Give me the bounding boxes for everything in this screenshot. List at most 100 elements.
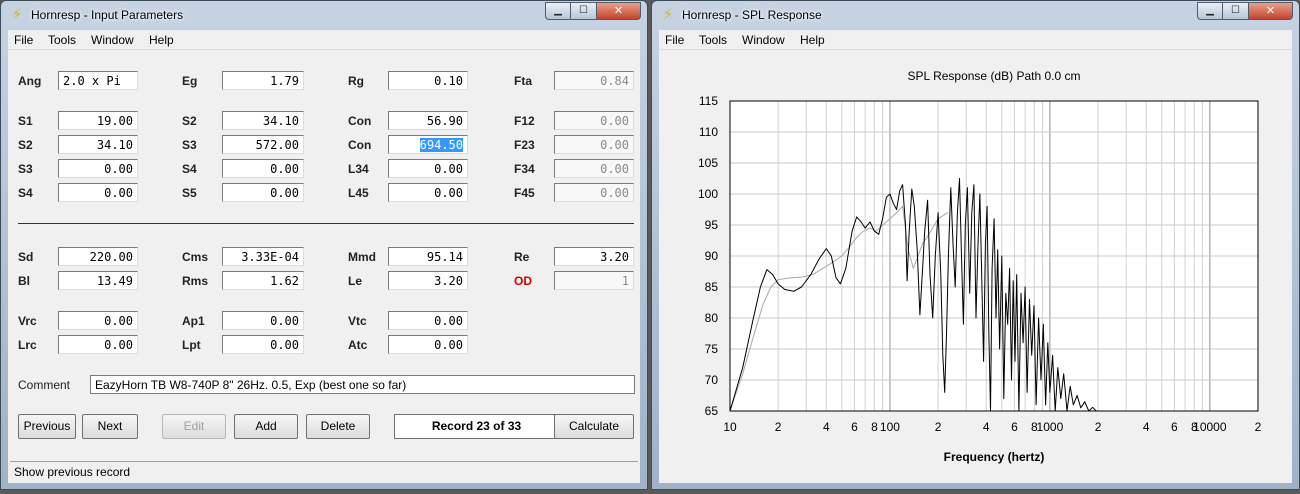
field-cms[interactable]: 3.33E-04: [222, 247, 304, 266]
field-od[interactable]: 1: [554, 271, 634, 290]
label-s2: S2: [182, 114, 197, 128]
chart-title: SPL Response (dB) Path 0.0 cm: [908, 69, 1081, 83]
menu-window[interactable]: Window: [91, 33, 134, 47]
field-sd[interactable]: 220.00: [58, 247, 138, 266]
selected-text: 694.50: [419, 138, 463, 152]
field-re[interactable]: 3.20: [554, 247, 634, 266]
field-atc[interactable]: 0.00: [388, 335, 468, 354]
x-tick-label: 10000: [1193, 420, 1227, 434]
x-tick-label: 2: [1255, 420, 1262, 434]
calculate-button[interactable]: Calculate: [554, 414, 634, 439]
minimize-button[interactable]: ▁: [545, 2, 571, 20]
label-s3: S3: [182, 138, 197, 152]
close-button[interactable]: ✕: [597, 2, 641, 20]
x-tick-label: 4: [823, 420, 830, 434]
field-le[interactable]: 3.20: [388, 271, 468, 290]
field-l45[interactable]: 0.00: [388, 183, 468, 202]
spl-response-window: ⚡ Hornresp - SPL Response ▁ ☐ ✕ File Too…: [651, 0, 1300, 490]
field-s2-top[interactable]: 34.10: [222, 111, 304, 130]
x-tick-label: 10: [723, 420, 737, 434]
field-f23[interactable]: 0.00: [554, 135, 634, 154]
label-lpt: Lpt: [182, 338, 201, 352]
menu-help[interactable]: Help: [800, 33, 825, 47]
menu-bar: File Tools Window Help: [659, 30, 1292, 50]
field-fta[interactable]: 0.84: [554, 71, 634, 90]
x-tick-label: 100: [880, 420, 900, 434]
field-con-1[interactable]: 56.90: [388, 111, 468, 130]
field-mmd[interactable]: 95.14: [388, 247, 468, 266]
menu-tools[interactable]: Tools: [48, 33, 76, 47]
label-cms: Cms: [182, 250, 209, 264]
label-s4: S4: [18, 186, 33, 200]
x-tick-label: 1000: [1037, 420, 1064, 434]
y-tick-label: 90: [705, 249, 719, 263]
x-tick-label: 6: [1171, 420, 1178, 434]
field-lpt[interactable]: 0.00: [222, 335, 304, 354]
window-title: Hornresp - SPL Response: [682, 8, 822, 22]
field-f12[interactable]: 0.00: [554, 111, 634, 130]
field-s2[interactable]: 34.10: [58, 135, 138, 154]
label-eg: Eg: [182, 74, 198, 88]
field-s1[interactable]: 19.00: [58, 111, 138, 130]
menu-file[interactable]: File: [665, 33, 684, 47]
field-s4-top[interactable]: 0.00: [222, 159, 304, 178]
field-con-2[interactable]: 694.50: [388, 135, 468, 154]
field-vtc[interactable]: 0.00: [388, 311, 468, 330]
previous-button[interactable]: Previous: [18, 414, 76, 439]
chart-area: 65 70 75 80 85 90 95 100 105 110 115 10 2 4 6 8 100 2 4 6 8 1…: [659, 51, 1292, 483]
title-bar[interactable]: ⚡ Hornresp - SPL Response ▁ ☐ ✕: [652, 1, 1299, 29]
x-tick-label: 2: [1095, 420, 1102, 434]
x-tick-label: 6: [851, 420, 858, 434]
field-bl[interactable]: 13.49: [58, 271, 138, 290]
label-rms: Rms: [182, 274, 209, 288]
title-bar[interactable]: ⚡ Hornresp - Input Parameters ▁ ☐ ✕: [1, 1, 647, 29]
menu-window[interactable]: Window: [742, 33, 785, 47]
field-s4[interactable]: 0.00: [58, 183, 138, 202]
menu-bar: File Tools Window Help: [8, 30, 640, 50]
close-button[interactable]: ✕: [1249, 2, 1293, 20]
x-tick-label: 8: [871, 420, 878, 434]
input-parameters-window: ⚡ Hornresp - Input Parameters ▁ ☐ ✕ File…: [0, 0, 648, 490]
label-s2: S2: [18, 138, 33, 152]
y-tick-label: 115: [699, 94, 718, 108]
x-tick-label: 4: [1143, 420, 1150, 434]
menu-help[interactable]: Help: [149, 33, 174, 47]
field-s3-top[interactable]: 572.00: [222, 135, 304, 154]
field-rms[interactable]: 1.62: [222, 271, 304, 290]
label-f23: F23: [514, 138, 535, 152]
field-s3[interactable]: 0.00: [58, 159, 138, 178]
y-tick-label: 70: [705, 373, 719, 387]
field-l34[interactable]: 0.00: [388, 159, 468, 178]
next-button[interactable]: Next: [82, 414, 138, 439]
menu-tools[interactable]: Tools: [699, 33, 727, 47]
minimize-button[interactable]: ▁: [1197, 2, 1223, 20]
field-ang[interactable]: 2.0 x Pi: [58, 71, 138, 90]
maximize-button[interactable]: ☐: [571, 2, 597, 20]
field-vrc[interactable]: 0.00: [58, 311, 138, 330]
add-button[interactable]: Add: [234, 414, 298, 439]
field-f34[interactable]: 0.00: [554, 159, 634, 178]
field-f45[interactable]: 0.00: [554, 183, 634, 202]
edit-button[interactable]: Edit: [162, 414, 226, 439]
record-indicator: Record 23 of 33: [394, 414, 559, 439]
label-bl: Bl: [18, 274, 30, 288]
label-vrc: Vrc: [18, 314, 37, 328]
label-s3: S3: [18, 162, 33, 176]
label-re: Re: [514, 250, 530, 264]
field-rg[interactable]: 0.10: [388, 71, 468, 90]
status-bar: Show previous record: [10, 461, 638, 481]
label-l45: L45: [348, 186, 369, 200]
x-tick-label: 2: [935, 420, 942, 434]
maximize-button[interactable]: ☐: [1223, 2, 1249, 20]
field-ap1[interactable]: 0.00: [222, 311, 304, 330]
label-fta: Fta: [514, 74, 532, 88]
field-s5[interactable]: 0.00: [222, 183, 304, 202]
menu-file[interactable]: File: [14, 33, 33, 47]
field-lrc[interactable]: 0.00: [58, 335, 138, 354]
delete-button[interactable]: Delete: [306, 414, 370, 439]
label-f45: F45: [514, 186, 535, 200]
x-tick-label: 2: [775, 420, 782, 434]
comment-field[interactable]: EazyHorn TB W8-740P 8" 26Hz. 0.5, Exp (b…: [90, 375, 635, 394]
field-eg[interactable]: 1.79: [222, 71, 304, 90]
client-area: File Tools Window Help Ang 2.0 x Pi Eg 1…: [8, 30, 640, 483]
